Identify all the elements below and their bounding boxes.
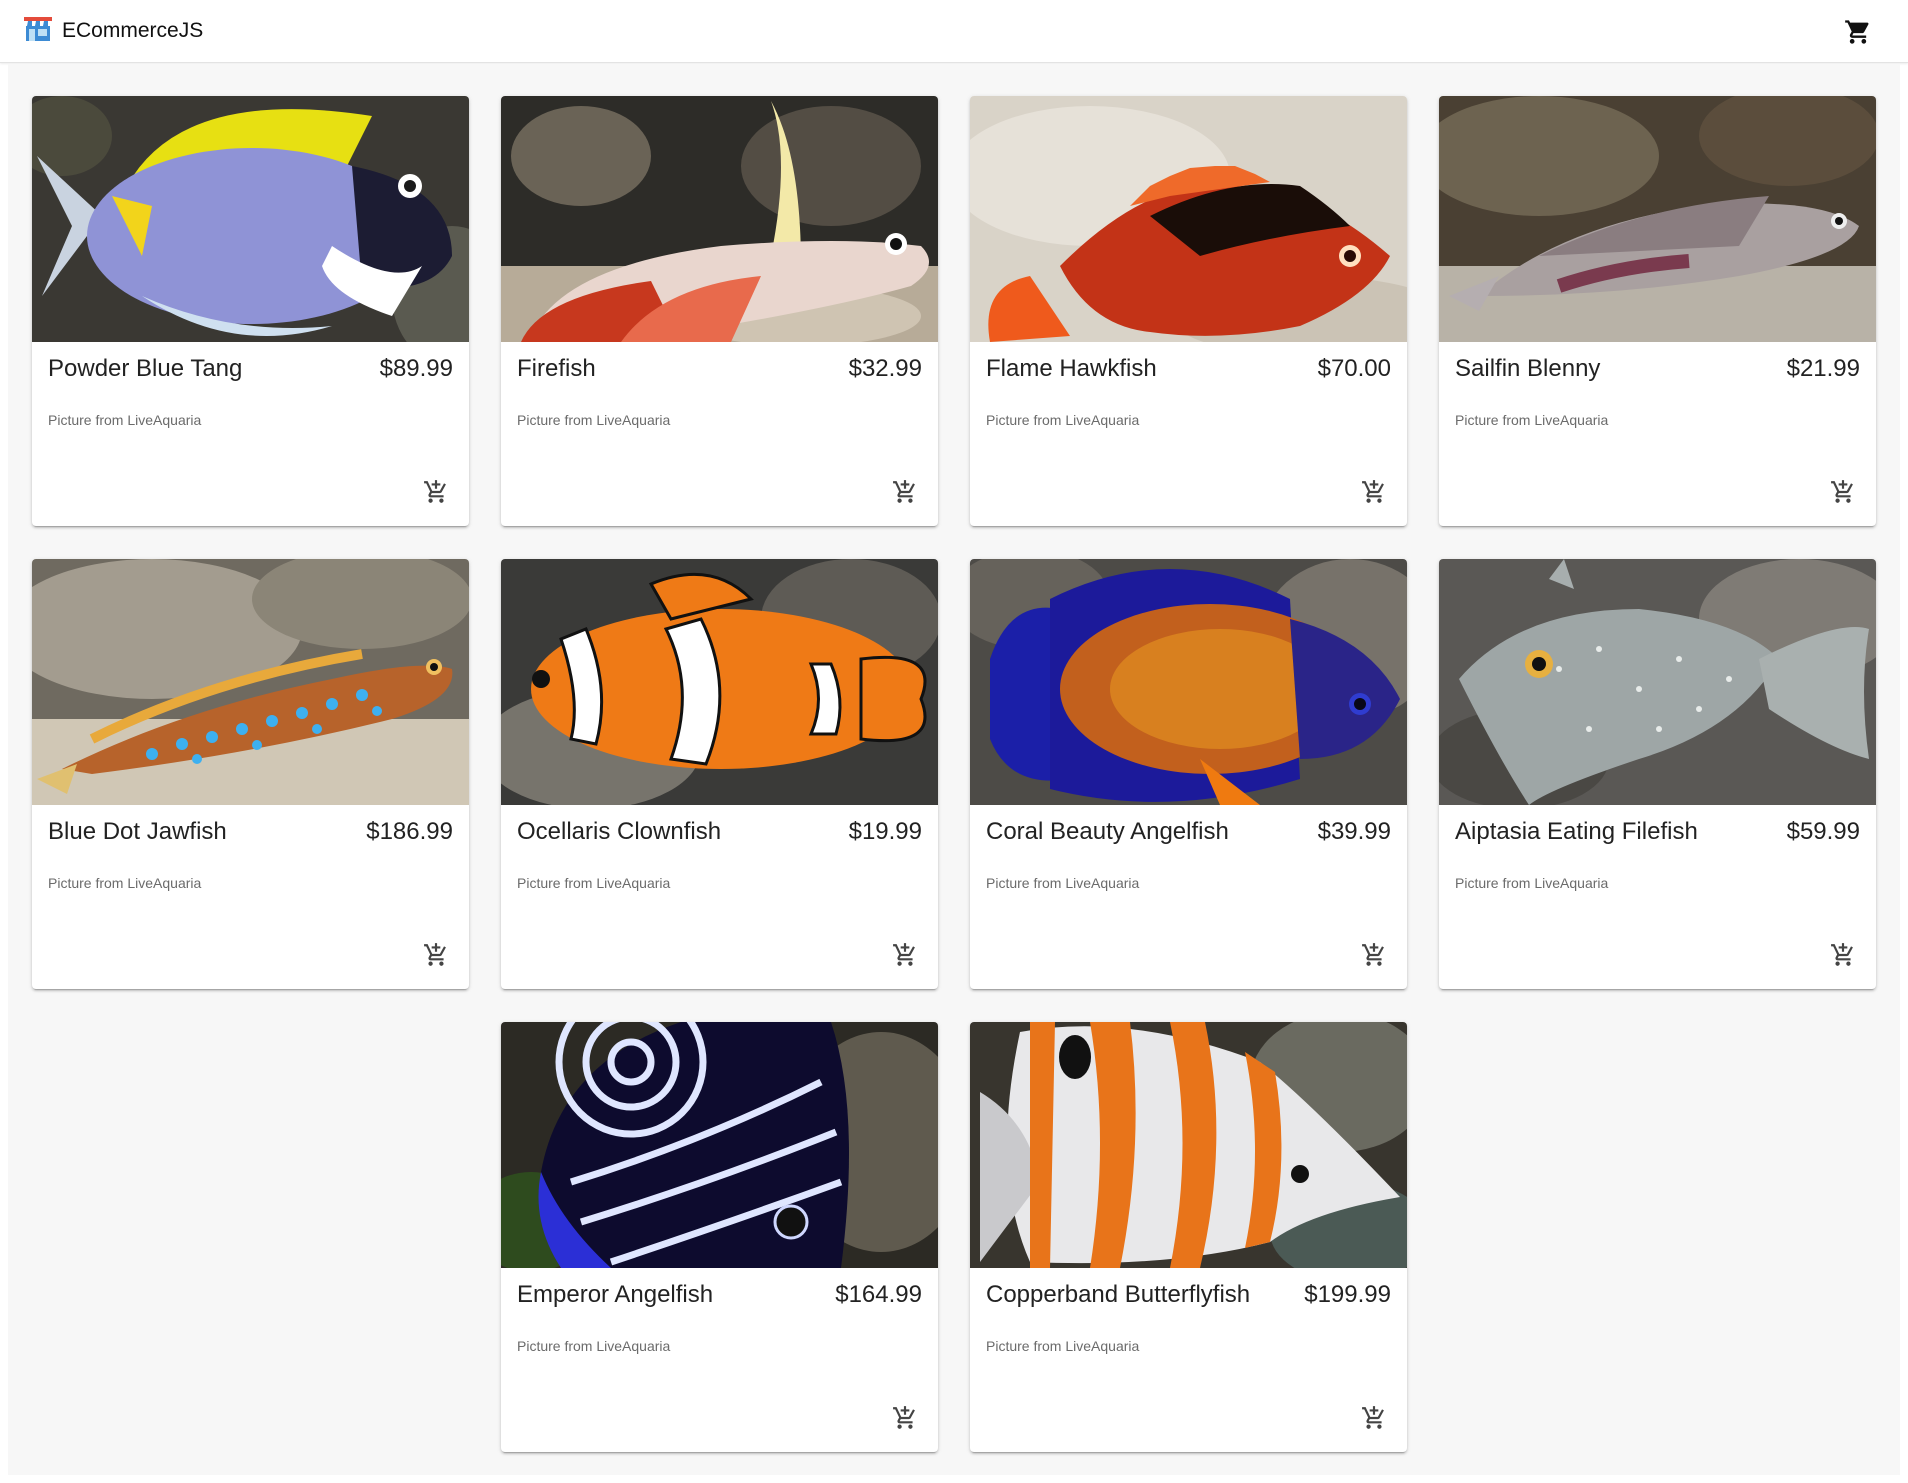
product-card: Emperor Angelfish $164.99 Picture from L… [501,1022,938,1452]
product-name: Sailfin Blenny [1455,355,1601,382]
add-to-cart-button[interactable] [423,942,449,968]
shopping-cart-icon [1844,20,1872,50]
app-bar: ECommerceJS [0,0,1908,63]
app-title: ECommerceJS [62,19,204,42]
product-caption: Picture from LiveAquaria [48,412,202,428]
product-name: Coral Beauty Angelfish [986,818,1229,845]
product-caption: Picture from LiveAquaria [517,875,671,891]
product-caption: Picture from LiveAquaria [986,1338,1140,1354]
add-to-cart-button[interactable] [1361,942,1387,968]
add-to-cart-button[interactable] [423,479,449,505]
product-grid: Powder Blue Tang $89.99 Picture from Liv… [8,64,1900,1475]
product-image [501,1022,938,1268]
product-card: Flame Hawkfish $70.00 Picture from LiveA… [970,96,1407,526]
product-price: $164.99 [835,1281,922,1308]
add-shopping-cart-icon [423,942,449,968]
add-shopping-cart-icon [1361,1405,1387,1431]
add-to-cart-button[interactable] [1361,479,1387,505]
product-card: Blue Dot Jawfish $186.99 Picture from Li… [32,559,469,989]
product-name: Powder Blue Tang [48,355,243,382]
product-price: $186.99 [366,818,453,845]
product-name: Firefish [517,355,596,382]
add-shopping-cart-icon [1361,479,1387,505]
product-name: Blue Dot Jawfish [48,818,227,845]
product-name: Copperband Butterflyfish [986,1281,1251,1308]
product-image [1439,96,1876,342]
product-name: Ocellaris Clownfish [517,818,722,845]
product-price: $32.99 [848,355,922,382]
product-image [32,96,469,342]
product-image [970,1022,1407,1268]
product-price: $19.99 [848,818,922,845]
product-price: $59.99 [1786,818,1860,845]
product-card: Sailfin Blenny $21.99 Picture from LiveA… [1439,96,1876,526]
home-link[interactable]: ECommerceJS [22,13,203,50]
product-caption: Picture from LiveAquaria [1455,412,1609,428]
add-shopping-cart-icon [892,1405,918,1431]
product-name: Emperor Angelfish [517,1281,714,1308]
product-price: $70.00 [1317,355,1391,382]
add-to-cart-button[interactable] [1361,1405,1387,1431]
product-caption: Picture from LiveAquaria [48,875,202,891]
product-price: $89.99 [379,355,453,382]
add-shopping-cart-icon [423,479,449,505]
add-shopping-cart-icon [892,479,918,505]
add-shopping-cart-icon [1830,942,1856,968]
store-icon [22,13,54,50]
add-shopping-cart-icon [1830,479,1856,505]
add-to-cart-button[interactable] [892,1405,918,1431]
product-card: Powder Blue Tang $89.99 Picture from Liv… [32,96,469,526]
add-shopping-cart-icon [1361,942,1387,968]
product-card: Aiptasia Eating Filefish $59.99 Picture … [1439,559,1876,989]
product-card: Ocellaris Clownfish $19.99 Picture from … [501,559,938,989]
add-to-cart-button[interactable] [1830,942,1856,968]
product-card: Firefish $32.99 Picture from LiveAquaria [501,96,938,526]
product-caption: Picture from LiveAquaria [1455,875,1609,891]
product-caption: Picture from LiveAquaria [986,875,1140,891]
product-image [501,96,938,342]
product-card: Coral Beauty Angelfish $39.99 Picture fr… [970,559,1407,989]
product-price: $21.99 [1786,355,1860,382]
product-price: $199.99 [1304,1281,1391,1308]
add-to-cart-button[interactable] [892,479,918,505]
product-caption: Picture from LiveAquaria [517,1338,671,1354]
cart-button[interactable] [1844,18,1872,46]
product-image [970,559,1407,805]
add-to-cart-button[interactable] [1830,479,1856,505]
product-name: Flame Hawkfish [986,355,1157,382]
product-name: Aiptasia Eating Filefish [1455,818,1698,845]
product-caption: Picture from LiveAquaria [986,412,1140,428]
product-caption: Picture from LiveAquaria [517,412,671,428]
product-card: Copperband Butterflyfish $199.99 Picture… [970,1022,1407,1452]
product-image [32,559,469,805]
product-image [501,559,938,805]
product-price: $39.99 [1317,818,1391,845]
product-image [1439,559,1876,805]
product-image [970,96,1407,342]
add-shopping-cart-icon [892,942,918,968]
add-to-cart-button[interactable] [892,942,918,968]
